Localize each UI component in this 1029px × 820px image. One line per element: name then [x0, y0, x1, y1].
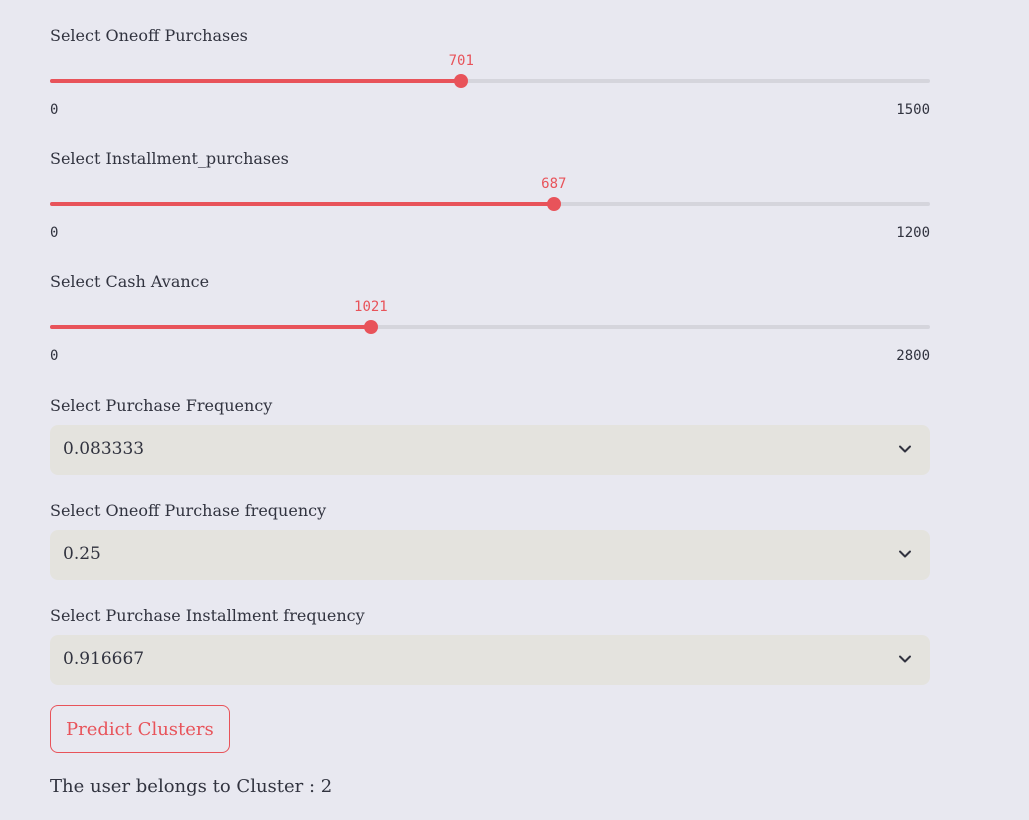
slider-oneoff-purchases: Select Oneoff Purchases 701 0 1500: [50, 0, 930, 123]
slider-max: 2800: [896, 348, 930, 364]
slider-fill: [50, 325, 371, 329]
purchase-installment-frequency-dropdown[interactable]: 0.916667: [50, 635, 930, 685]
slider-fill: [50, 79, 462, 83]
purchase-frequency-dropdown[interactable]: 0.083333: [50, 425, 930, 475]
slider-track[interactable]: 687: [50, 176, 930, 211]
cluster-result: The user belongs to Cluster : 2: [50, 776, 333, 797]
select-value: 0.916667: [63, 649, 145, 669]
slider-min: 0: [50, 225, 59, 241]
slider-fill: [50, 202, 554, 206]
select-oneoff-purchase-frequency: Select Oneoff Purchase frequency 0.25: [50, 474, 930, 580]
chevron-down-icon: [899, 550, 911, 558]
chevron-down-icon: [899, 445, 911, 453]
slider-thumb[interactable]: [363, 320, 378, 334]
slider-track[interactable]: 701: [50, 53, 930, 88]
predict-clusters-button[interactable]: Predict Clusters: [50, 705, 230, 753]
slider-label: Select Cash Avance: [50, 272, 210, 291]
select-label: Select Purchase Frequency: [50, 396, 273, 415]
slider-thumb[interactable]: [546, 197, 561, 211]
slider-max: 1500: [896, 102, 930, 118]
prediction-form: Select Oneoff Purchases 701 0 1500 Selec…: [50, 0, 930, 797]
select-value: 0.083333: [63, 439, 145, 459]
select-value: 0.25: [63, 544, 101, 564]
slider-thumb[interactable]: [454, 74, 469, 88]
slider-min: 0: [50, 102, 59, 118]
select-purchase-installment-frequency: Select Purchase Installment frequency 0.…: [50, 579, 930, 685]
slider-label: Select Installment_purchases: [50, 149, 289, 168]
select-purchase-frequency: Select Purchase Frequency 0.083333: [50, 369, 930, 475]
slider-value: 687: [541, 176, 567, 192]
select-label: Select Purchase Installment frequency: [50, 606, 365, 625]
slider-cash-advance: Select Cash Avance 1021 0 2800: [50, 246, 930, 369]
slider-track[interactable]: 1021: [50, 299, 930, 334]
slider-value: 701: [448, 53, 474, 69]
slider-installment-purchases: Select Installment_purchases 687 0 1200: [50, 123, 930, 246]
slider-max: 1200: [896, 225, 930, 241]
slider-label: Select Oneoff Purchases: [50, 26, 248, 45]
slider-min: 0: [50, 348, 59, 364]
oneoff-purchase-frequency-dropdown[interactable]: 0.25: [50, 530, 930, 580]
chevron-down-icon: [899, 655, 911, 663]
select-label: Select Oneoff Purchase frequency: [50, 501, 327, 520]
slider-value: 1021: [354, 299, 388, 315]
